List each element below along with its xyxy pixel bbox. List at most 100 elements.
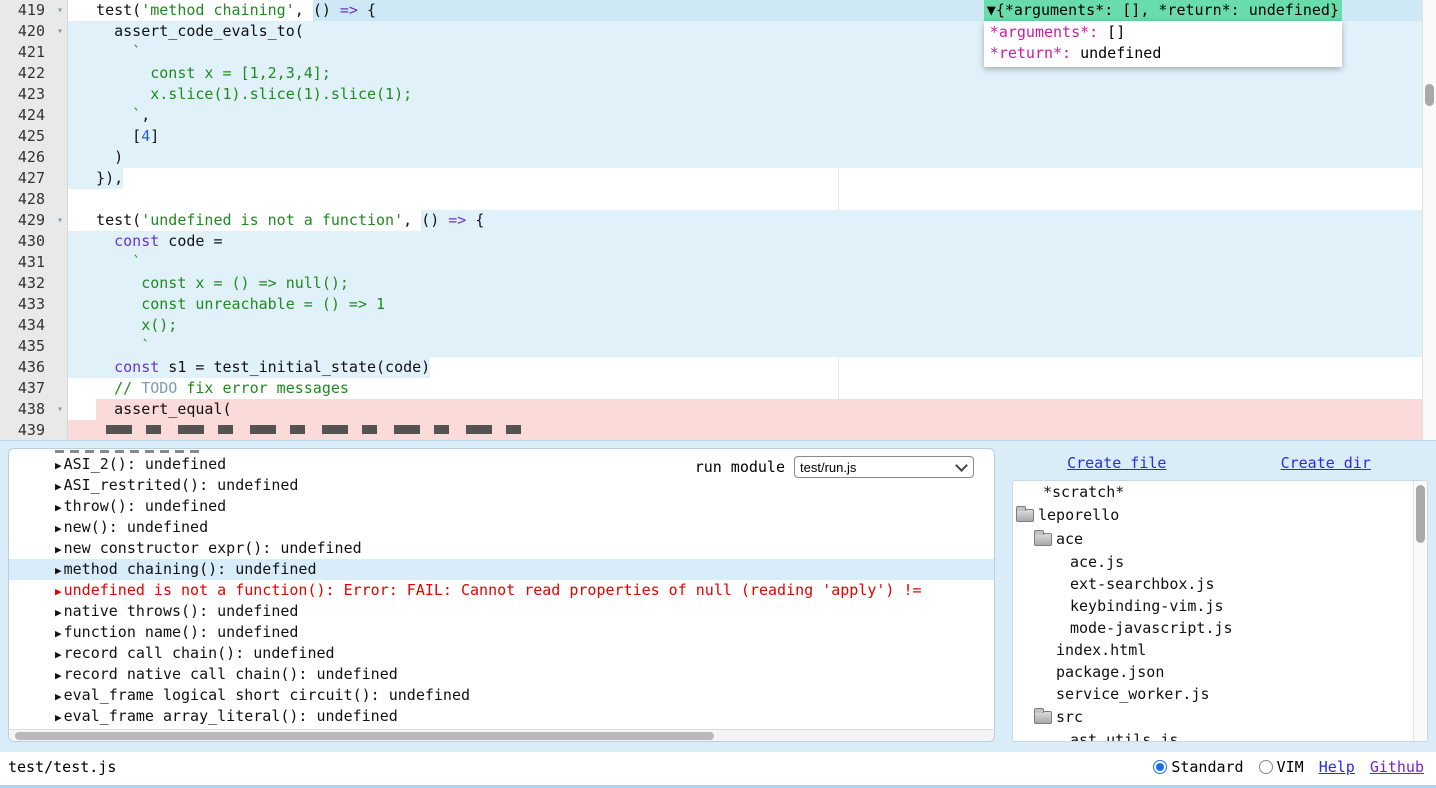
- code-line[interactable]: const s1 = test_initial_state(code): [68, 357, 1436, 378]
- github-link[interactable]: Github: [1370, 758, 1424, 776]
- editor-gutter[interactable]: 419▾420▾421422423424425426427428429▾4304…: [0, 0, 68, 440]
- tree-file[interactable]: package.json: [1013, 661, 1427, 683]
- gutter-line-number[interactable]: 434: [0, 315, 67, 336]
- tree-file[interactable]: *scratch*: [1013, 481, 1427, 503]
- gutter-line-number[interactable]: 429▾: [0, 210, 67, 231]
- create-dir-link[interactable]: Create dir: [1281, 454, 1371, 472]
- fold-arrow-icon[interactable]: ▾: [57, 399, 63, 420]
- gutter-line-number[interactable]: 437: [0, 378, 67, 399]
- tree-file[interactable]: index.html: [1013, 639, 1427, 661]
- gutter-line-number[interactable]: 426: [0, 147, 67, 168]
- expand-arrow-icon[interactable]: ▶: [55, 711, 62, 724]
- code-line[interactable]: x.slice(1).slice(1).slice(1);: [68, 84, 1436, 105]
- gutter-line-number[interactable]: 423: [0, 84, 67, 105]
- code-line[interactable]: x();: [68, 315, 1436, 336]
- code-line[interactable]: const x = () => null();: [68, 273, 1436, 294]
- test-result-item[interactable]: ▶method chaining(): undefined: [9, 559, 994, 580]
- code-line[interactable]: const code =: [68, 231, 1436, 252]
- tree-folder[interactable]: ace: [1013, 527, 1427, 551]
- code-line[interactable]: `,: [68, 105, 1436, 126]
- gutter-line-number[interactable]: 435: [0, 336, 67, 357]
- expand-arrow-icon[interactable]: ▶: [55, 690, 62, 703]
- code-editor[interactable]: 419▾420▾421422423424425426427428429▾4304…: [0, 0, 1436, 440]
- code-line[interactable]: `: [68, 252, 1436, 273]
- code-line[interactable]: ): [68, 147, 1436, 168]
- test-result-item[interactable]: ▶record call chain(): undefined: [9, 643, 994, 664]
- create-file-link[interactable]: Create file: [1067, 454, 1166, 472]
- run-module-select[interactable]: test/run.js: [794, 456, 974, 478]
- gutter-line-number[interactable]: 439: [0, 420, 67, 440]
- test-result-item[interactable]: ▶record native call chain(): undefined: [9, 664, 994, 685]
- tree-file[interactable]: mode-javascript.js: [1013, 617, 1427, 639]
- code-line[interactable]: [4]: [68, 126, 1436, 147]
- code-line[interactable]: [68, 189, 1436, 210]
- code-line[interactable]: }),: [68, 168, 1436, 189]
- editor-scrollbar-thumb[interactable]: [1425, 84, 1434, 106]
- gutter-line-number[interactable]: 436: [0, 357, 67, 378]
- tree-file[interactable]: service_worker.js: [1013, 683, 1427, 705]
- tooltip-header[interactable]: ▼{*arguments*: [], *return*: undefined}: [984, 0, 1342, 21]
- file-tree-scrollbar[interactable]: [1413, 481, 1427, 741]
- gutter-line-number[interactable]: 438▾: [0, 399, 67, 420]
- file-tree-scrollbar-thumb[interactable]: [1416, 485, 1425, 543]
- test-result-item[interactable]: ▶function name(): undefined: [9, 622, 994, 643]
- tooltip-row-arguments[interactable]: *arguments*:[]: [990, 22, 1334, 43]
- tree-file[interactable]: ext-searchbox.js: [1013, 573, 1427, 595]
- fold-arrow-icon[interactable]: ▾: [57, 0, 63, 21]
- fold-arrow-icon[interactable]: ▾: [57, 21, 63, 42]
- gutter-line-number[interactable]: 433: [0, 294, 67, 315]
- test-result-item[interactable]: ▶eval_frame logical short circuit(): und…: [9, 685, 994, 706]
- keybinding-vim-option[interactable]: VIM: [1259, 758, 1304, 776]
- results-horizontal-scrollbar-thumb[interactable]: [15, 732, 714, 740]
- results-horizontal-scrollbar[interactable]: [9, 729, 994, 741]
- file-tree[interactable]: *scratch*leporelloaceace.jsext-searchbox…: [1012, 480, 1428, 742]
- gutter-line-number[interactable]: 422: [0, 63, 67, 84]
- test-result-item[interactable]: ▶throw(): undefined: [9, 496, 994, 517]
- radio-vim-icon[interactable]: [1259, 760, 1273, 774]
- code-line[interactable]: // TODO fix error messages: [68, 378, 1436, 399]
- help-link[interactable]: Help: [1319, 758, 1355, 776]
- code-line[interactable]: [68, 420, 1436, 440]
- gutter-line-number[interactable]: 419▾: [0, 0, 67, 21]
- expand-arrow-icon[interactable]: ▶: [55, 585, 62, 598]
- gutter-line-number[interactable]: 420▾: [0, 21, 67, 42]
- radio-standard-icon[interactable]: [1153, 760, 1167, 774]
- tree-folder[interactable]: src: [1013, 705, 1427, 729]
- expand-arrow-icon[interactable]: ▶: [55, 564, 62, 577]
- expand-arrow-icon[interactable]: ▶: [55, 669, 62, 682]
- test-result-item[interactable]: ▶undefined is not a function(): Error: F…: [9, 580, 994, 601]
- tree-file[interactable]: ace.js: [1013, 551, 1427, 573]
- tree-file[interactable]: keybinding-vim.js: [1013, 595, 1427, 617]
- test-result-item[interactable]: ▶eval_frame array_literal(): undefined: [9, 706, 994, 727]
- code-line[interactable]: test('undefined is not a function', () =…: [68, 210, 1436, 231]
- gutter-line-number[interactable]: 427: [0, 168, 67, 189]
- test-result-item[interactable]: ▶new constructor expr(): undefined: [9, 538, 994, 559]
- gutter-line-number[interactable]: 430: [0, 231, 67, 252]
- code-line[interactable]: assert_equal(: [68, 399, 1436, 420]
- gutter-line-number[interactable]: 425: [0, 126, 67, 147]
- fold-arrow-icon[interactable]: ▾: [57, 210, 63, 231]
- expand-arrow-icon[interactable]: ▶: [55, 459, 62, 472]
- code-line[interactable]: const unreachable = () => 1: [68, 294, 1436, 315]
- editor-scrollbar[interactable]: [1422, 0, 1436, 440]
- gutter-line-number[interactable]: 428: [0, 189, 67, 210]
- test-result-item[interactable]: ▶native throws(): undefined: [9, 601, 994, 622]
- expand-arrow-icon[interactable]: ▶: [55, 501, 62, 514]
- expand-arrow-icon[interactable]: ▶: [55, 543, 62, 556]
- tree-folder[interactable]: leporello: [1013, 503, 1427, 527]
- gutter-line-number[interactable]: 424: [0, 105, 67, 126]
- expand-arrow-icon[interactable]: ▶: [55, 648, 62, 661]
- expand-arrow-icon[interactable]: ▶: [55, 480, 62, 493]
- expand-arrow-icon[interactable]: ▶: [55, 627, 62, 640]
- keybinding-standard-option[interactable]: Standard: [1153, 758, 1243, 776]
- gutter-line-number[interactable]: 432: [0, 273, 67, 294]
- gutter-line-number[interactable]: 421: [0, 42, 67, 63]
- expand-arrow-icon[interactable]: ▶: [55, 606, 62, 619]
- tree-file[interactable]: ast_utils.js: [1013, 729, 1427, 742]
- tooltip-row-return[interactable]: *return*:undefined: [990, 43, 1334, 64]
- expand-arrow-icon[interactable]: ▶: [55, 522, 62, 535]
- test-result-item[interactable]: ▶new(): undefined: [9, 517, 994, 538]
- code-line[interactable]: `: [68, 336, 1436, 357]
- test-result-item[interactable]: ▶ASI_restrited(): undefined: [9, 475, 994, 496]
- gutter-line-number[interactable]: 431: [0, 252, 67, 273]
